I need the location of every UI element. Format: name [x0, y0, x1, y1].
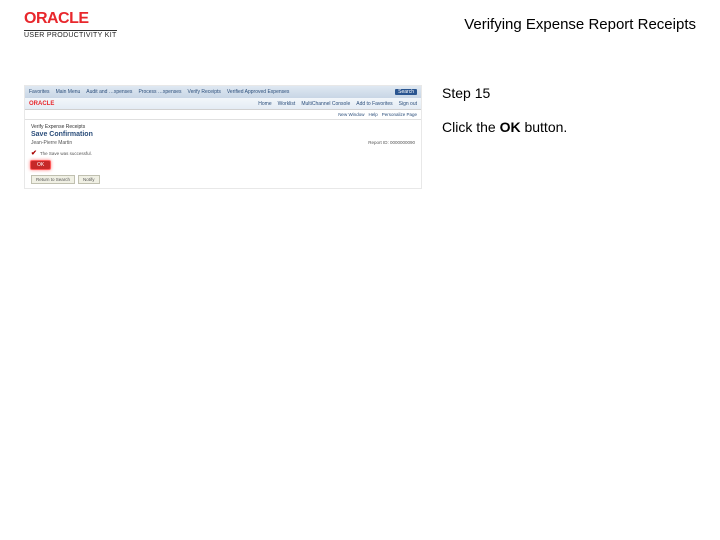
brand: ORACLE USER PRODUCTIVITY KIT — [24, 10, 117, 39]
user-name: Jean-Pierre Martin — [31, 140, 72, 146]
section-heading: Verify Expense Receipts — [31, 124, 415, 130]
nav-crumb: Process …xpenses — [138, 89, 181, 95]
link-favorites[interactable]: Add to Favorites — [356, 101, 392, 107]
embedded-screenshot: Favorites Main Menu Audit and …xpenses P… — [24, 85, 422, 189]
ok-button[interactable]: OK — [31, 161, 50, 169]
nav-crumb: Verified Approved Expenses — [227, 89, 290, 95]
page-title: Verifying Expense Report Receipts — [464, 10, 696, 33]
checkmark-icon: ✔ — [31, 149, 37, 157]
notify-button[interactable]: Notify — [78, 175, 100, 184]
search-button[interactable]: Search — [395, 89, 417, 95]
link-worklist[interactable]: Worklist — [278, 101, 296, 107]
report-id: Report ID: 0000000090 — [368, 140, 415, 146]
nav-crumb: Verify Receipts — [188, 89, 221, 95]
nav-main-menu: Main Menu — [56, 89, 81, 95]
confirmation-message: The Save was successful. — [40, 151, 92, 156]
return-to-search-button[interactable]: Return to Search — [31, 175, 75, 184]
nav-favorites: Favorites — [29, 89, 50, 95]
inner-oracle-logo: ORACLE — [29, 101, 54, 107]
step-number: Step 15 — [442, 85, 696, 101]
link-signout[interactable]: Sign out — [399, 101, 417, 107]
link-multichannel[interactable]: MultiChannel Console — [301, 101, 350, 107]
step-instruction: Click the OK button. — [442, 119, 696, 135]
link-new-window[interactable]: New Window — [338, 112, 364, 117]
instruction-panel: Step 15 Click the OK button. — [442, 85, 696, 189]
nav-crumb: Audit and …xpenses — [86, 89, 132, 95]
link-home[interactable]: Home — [258, 101, 271, 107]
link-help[interactable]: Help — [368, 112, 377, 117]
oracle-logo: ORACLE — [24, 10, 117, 28]
subsection-heading: Save Confirmation — [31, 131, 93, 138]
link-personalize[interactable]: Personalize Page — [382, 112, 417, 117]
brand-subtitle: USER PRODUCTIVITY KIT — [24, 30, 117, 39]
